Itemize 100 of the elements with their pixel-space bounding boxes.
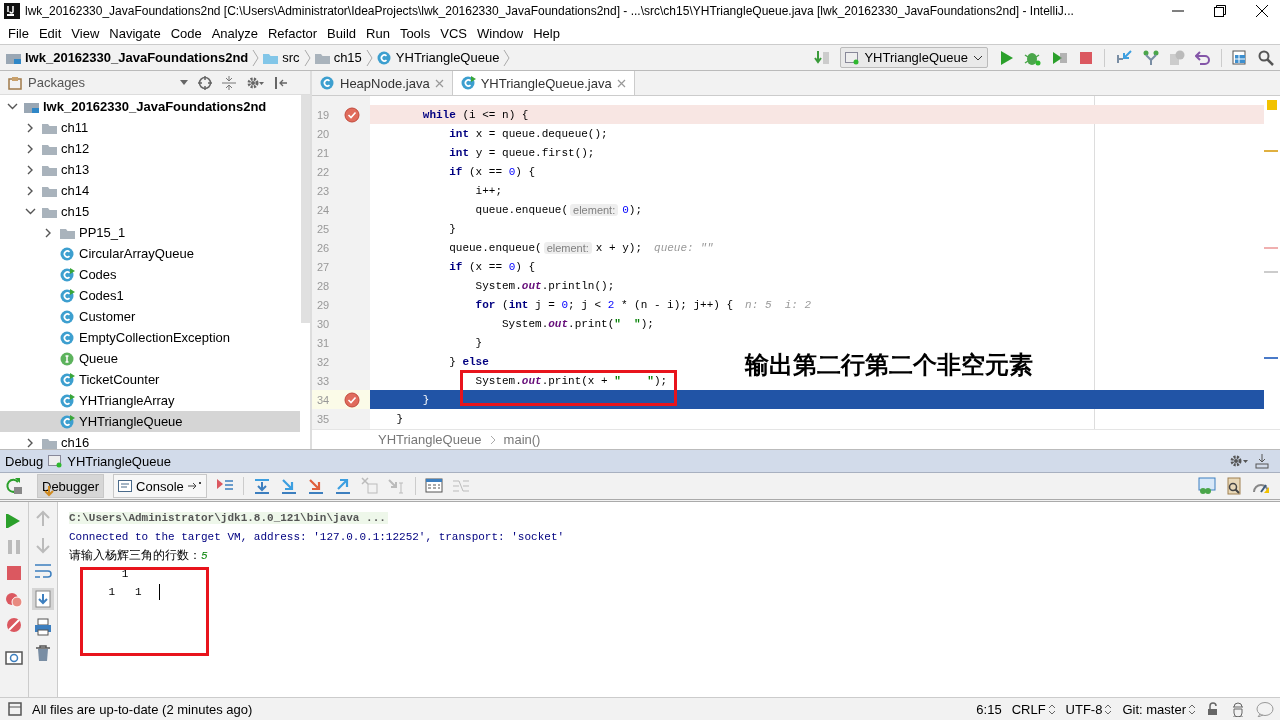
- lock-icon[interactable]: [1206, 702, 1220, 716]
- gear-icon[interactable]: [246, 75, 264, 90]
- breadcrumb[interactable]: YHTriangleQueue: [378, 432, 482, 447]
- menu-item[interactable]: Analyze: [206, 25, 263, 41]
- line-separator-selector[interactable]: CRLF: [1011, 701, 1056, 717]
- hide-icon[interactable]: [274, 75, 288, 90]
- menu-item[interactable]: View: [66, 25, 105, 41]
- inspector-figure-icon[interactable]: [1230, 701, 1246, 717]
- menu-item[interactable]: Edit: [33, 25, 67, 41]
- tree-item[interactable]: ch13: [0, 159, 300, 180]
- tree-item[interactable]: ch12: [0, 138, 300, 159]
- run-icon[interactable]: [998, 49, 1014, 66]
- vcs-branch-selector[interactable]: Git: master: [1122, 701, 1196, 717]
- tree-item[interactable]: ch15: [0, 201, 300, 222]
- camera-icon[interactable]: [5, 648, 23, 666]
- menu-item[interactable]: Window: [471, 25, 529, 41]
- stop-icon[interactable]: [1078, 49, 1094, 66]
- grid-icon[interactable]: [1232, 49, 1248, 66]
- tree-item[interactable]: ch14: [0, 180, 300, 201]
- debug-tab[interactable]: Debugger: [37, 474, 105, 498]
- tree-item[interactable]: lwk_20162330_JavaFoundations2nd: [0, 96, 300, 117]
- menu-item[interactable]: Navigate: [104, 25, 166, 41]
- collapse-icon[interactable]: [222, 75, 236, 90]
- encoding-selector[interactable]: UTF-8: [1065, 701, 1113, 717]
- coverage-icon[interactable]: [1052, 49, 1068, 66]
- pin-icon[interactable]: [187, 481, 202, 491]
- class-icon: [320, 76, 335, 90]
- app-icon: [4, 3, 20, 19]
- debug-tab[interactable]: Console: [113, 474, 207, 498]
- tool-windows-icon[interactable]: [8, 702, 22, 716]
- rerun-icon[interactable]: [5, 477, 23, 495]
- breadcrumb[interactable]: YHTriangleQueue: [376, 50, 500, 65]
- run-configuration-dropdown[interactable]: YHTriangleQueue: [840, 47, 988, 68]
- tree-item[interactable]: Codes1: [0, 285, 300, 306]
- app-window-icon: [48, 454, 63, 468]
- runnable-class-icon: [60, 288, 75, 303]
- stop-icon[interactable]: [5, 564, 23, 582]
- code-line: }: [448, 222, 456, 235]
- commit-icon[interactable]: [1143, 49, 1159, 66]
- tree-item[interactable]: EmptyCollectionException: [0, 327, 300, 348]
- session-tab[interactable]: YHTriangleQueue: [67, 453, 171, 469]
- menu-item[interactable]: Refactor: [262, 25, 323, 41]
- tree-item[interactable]: PP15_1: [0, 222, 300, 243]
- search-icon[interactable]: [1258, 49, 1274, 66]
- inspect-icon[interactable]: [1225, 477, 1243, 495]
- code-line: if (x == 0) {: [448, 165, 536, 178]
- parameter-hint: element:: [543, 241, 592, 254]
- hide-panel-icon[interactable]: [1254, 453, 1270, 469]
- tree-item[interactable]: Queue: [0, 348, 300, 369]
- tree-item[interactable]: YHTriangleArray: [0, 390, 300, 411]
- view-breakpoints-icon[interactable]: [5, 590, 23, 608]
- tree-item[interactable]: ch11: [0, 117, 300, 138]
- code-line: }: [421, 393, 430, 406]
- breadcrumb[interactable]: main(): [503, 432, 541, 447]
- chevron-icon: [252, 47, 260, 68]
- locate-icon[interactable]: [198, 75, 212, 90]
- gear-icon[interactable]: [1229, 453, 1249, 469]
- mute-breakpoints-icon[interactable]: [5, 616, 23, 634]
- step-into-icon[interactable]: [279, 477, 298, 495]
- editor-tab[interactable]: YHTriangleQueue.java: [452, 71, 635, 95]
- tree-item[interactable]: TicketCounter: [0, 369, 300, 390]
- step-over-icon[interactable]: [252, 477, 271, 495]
- tree-item[interactable]: Codes: [0, 264, 300, 285]
- breakpoint-icon[interactable]: [344, 106, 360, 123]
- tree-item[interactable]: Customer: [0, 306, 300, 327]
- breadcrumb[interactable]: src: [263, 50, 300, 65]
- menu-item[interactable]: Help: [528, 25, 565, 41]
- close-icon[interactable]: [1256, 5, 1268, 17]
- menu-item[interactable]: File: [3, 25, 34, 41]
- menu-item[interactable]: Build: [322, 25, 361, 41]
- undo-icon[interactable]: [1195, 49, 1211, 66]
- caret-icon: [180, 79, 188, 86]
- menu-item[interactable]: Tools: [394, 25, 436, 41]
- menu-item[interactable]: Code: [165, 25, 207, 41]
- breadcrumb[interactable]: ch15: [314, 50, 362, 65]
- breakpoint-icon[interactable]: [344, 391, 360, 408]
- event-log-icon[interactable]: [1256, 701, 1274, 717]
- update-icon[interactable]: [1115, 49, 1133, 66]
- scrollbar[interactable]: [301, 95, 310, 323]
- tree-item[interactable]: ch16: [0, 432, 300, 449]
- restore-icon[interactable]: [1214, 5, 1226, 17]
- line-number: 33: [316, 374, 331, 387]
- scroll-to-end-icon[interactable]: [32, 588, 54, 610]
- force-step-into-icon[interactable]: [306, 477, 325, 495]
- step-out-icon[interactable]: [333, 477, 352, 495]
- console-output: 1 1: [107, 586, 142, 598]
- tree-item[interactable]: YHTriangleQueue: [0, 411, 300, 432]
- tree-item[interactable]: CircularArrayQueue: [0, 243, 300, 264]
- soft-wrap-icon[interactable]: [34, 562, 52, 580]
- restore-layout-icon[interactable]: [1198, 477, 1216, 495]
- breadcrumb[interactable]: lwk_20162330_JavaFoundations2nd: [6, 50, 249, 65]
- sort-icon[interactable]: [814, 49, 831, 66]
- cursor-position[interactable]: 6:15: [976, 701, 1002, 717]
- editor-tab[interactable]: HeapNode.java: [312, 71, 453, 95]
- trash-icon[interactable]: [34, 644, 52, 662]
- menu-item[interactable]: VCS: [435, 25, 472, 41]
- menu-item[interactable]: Run: [361, 25, 395, 41]
- print-icon[interactable]: [34, 618, 52, 636]
- evaluate-icon[interactable]: [424, 477, 443, 495]
- parameter-hint: element:: [570, 203, 619, 216]
